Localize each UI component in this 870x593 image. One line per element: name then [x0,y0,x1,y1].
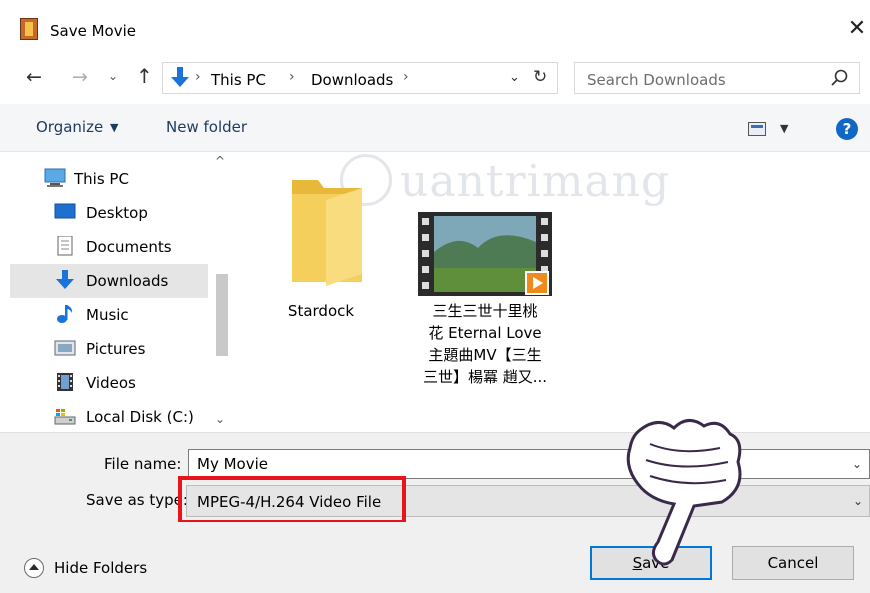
sidebar-item-label: Downloads [86,272,169,290]
downloads-icon [56,270,74,289]
file-name-input[interactable] [188,449,870,479]
organize-caret-icon[interactable]: ▼ [110,121,118,134]
sidebar-item-pictures[interactable]: Pictures [10,332,208,366]
sidebar-item-videos[interactable]: Videos [10,366,208,400]
desktop-icon [54,203,76,219]
address-bar[interactable]: › This PC › Downloads › ⌄ ↻ [162,62,558,94]
file-name-line: 花 Eternal Love [428,324,542,342]
video-file-item[interactable]: 三生三世十里桃 花 Eternal Love 主題曲MV【三生 三世】楊冪 趙又… [410,152,560,386]
title-bar: Save Movie ✕ [0,0,870,52]
scroll-down-icon[interactable]: ⌄ [215,412,225,426]
disk-icon [54,409,76,425]
sidebar-item-label: Pictures [86,340,146,358]
downloads-arrow-icon [171,67,189,87]
save-fields-panel: File name: ⌄ Save as type: MPEG-4/H.264 … [0,432,870,522]
folder-item-stardock[interactable]: Stardock [246,152,396,372]
pictures-icon [54,340,76,356]
chevron-down-icon[interactable]: ⌄ [853,494,863,508]
breadcrumb-separator[interactable]: › [403,69,409,85]
help-icon[interactable]: ? [836,118,858,140]
movie-app-icon [20,18,38,40]
breadcrumb-this-pc[interactable]: This PC [211,71,266,89]
sidebar-item-downloads[interactable]: Downloads [10,264,208,298]
view-options-caret-icon[interactable]: ▼ [780,122,788,135]
pc-icon [44,168,66,187]
recent-locations-chevron-icon[interactable]: ⌄ [108,69,118,83]
save-as-type-label: Save as type: [86,491,188,509]
sidebar-item-label: Local Disk (C:) [86,408,194,426]
back-arrow-icon[interactable]: ← [26,66,42,88]
video-thumbnail-icon [418,212,552,296]
hide-folders-label: Hide Folders [54,559,148,577]
sidebar-item-label: Music [86,306,129,324]
sidebar-item-this-pc[interactable]: This PC [36,162,208,196]
search-placeholder: Search Downloads [587,71,726,89]
search-input[interactable]: Search Downloads [574,62,860,94]
folder-icon [292,180,362,286]
breadcrumb-downloads[interactable]: Downloads [311,71,393,89]
sidebar-item-local-disk[interactable]: Local Disk (C:) [10,400,208,434]
navigation-pane: This PC Desktop Documents Downloads Musi… [0,152,232,432]
breadcrumb-separator: › [195,69,201,85]
sidebar-item-label: Desktop [86,204,148,222]
navigation-scrollbar[interactable]: ^ ⌄ [212,152,232,432]
address-dropdown-icon[interactable]: ⌄ [509,70,520,85]
window-title: Save Movie [50,22,136,40]
sidebar-item-desktop[interactable]: Desktop [10,196,208,230]
new-folder-button[interactable]: New folder [166,118,247,136]
sidebar-item-label: Documents [86,238,172,256]
forward-arrow-icon[interactable]: → [72,66,88,88]
save-button[interactable]: Save [590,546,712,580]
file-name-line: 主題曲MV【三生 [428,346,542,364]
scrollbar-thumb[interactable] [216,274,228,356]
file-list-pane: uantrimang Stardock 三生三世十里桃 花 Eternal Lo… [232,152,870,432]
sidebar-item-label: This PC [74,170,129,188]
file-name-line: 三生三世十里桃 [432,302,538,320]
close-icon[interactable]: ✕ [846,16,868,42]
file-name-dropdown-icon[interactable]: ⌄ [852,457,862,471]
collapse-up-icon [24,558,44,578]
documents-icon [57,236,73,256]
navigation-row: ← → ⌄ ↑ › This PC › Downloads › ⌄ ↻ Sear… [0,60,870,98]
scroll-up-icon[interactable]: ^ [215,154,225,168]
change-view-icon[interactable] [748,122,766,136]
sidebar-item-documents[interactable]: Documents [10,230,208,264]
music-icon [57,305,73,323]
file-name-field-label: File name: [104,455,182,473]
sidebar-item-label: Videos [86,374,136,392]
breadcrumb-separator: › [289,69,295,85]
save-as-type-value: MPEG-4/H.264 Video File [197,493,382,511]
command-toolbar: Organize ▼ New folder ▼ ? [0,104,870,152]
sidebar-item-music[interactable]: Music [10,298,208,332]
refresh-icon[interactable]: ↻ [533,67,547,87]
save-movie-dialog: Save Movie ✕ ← → ⌄ ↑ › This PC › Downloa… [0,0,870,593]
up-arrow-icon[interactable]: ↑ [136,64,153,88]
videos-icon [57,373,73,391]
dialog-footer: Hide Folders Save Cancel [0,522,870,593]
organize-button[interactable]: Organize [36,118,103,136]
file-name-label: Stardock [287,302,355,320]
save-as-type-select[interactable]: MPEG-4/H.264 Video File ⌄ [186,485,870,517]
file-name-line: 三世】楊冪 趙又... [422,368,548,386]
cancel-button[interactable]: Cancel [732,546,854,580]
search-icon[interactable] [829,67,851,89]
